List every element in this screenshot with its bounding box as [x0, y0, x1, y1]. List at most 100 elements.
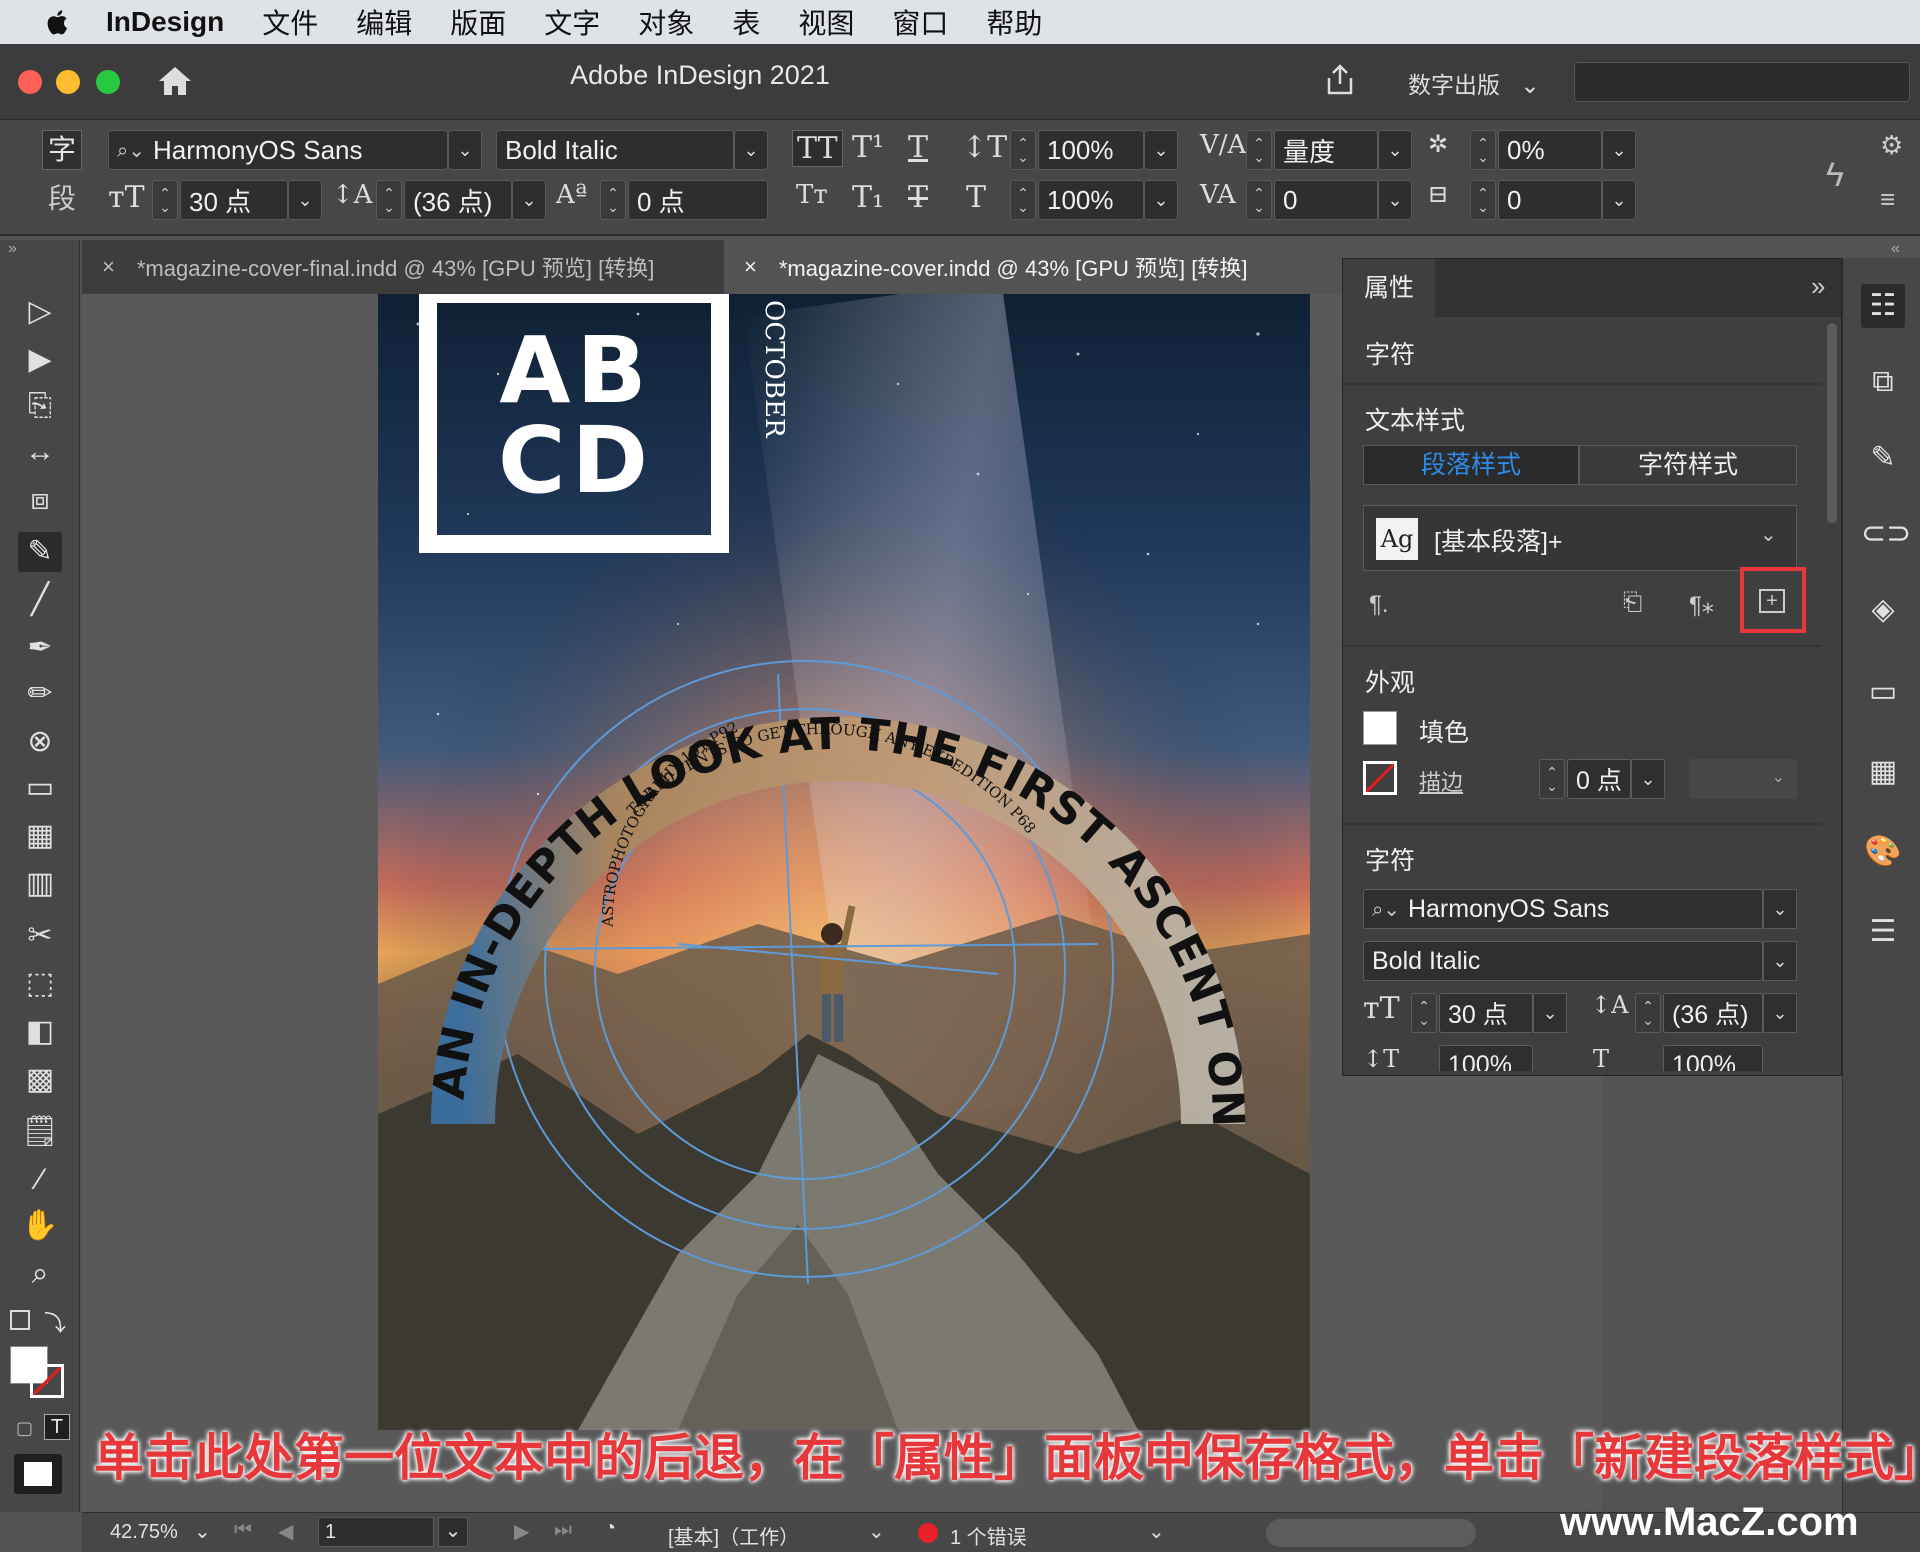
expand-dock-icon[interactable]: «	[1891, 240, 1900, 258]
swatches-panel-icon[interactable]: ▦	[1861, 750, 1905, 794]
stroke-label[interactable]: 描边	[1419, 765, 1463, 797]
eyedropper-tool-icon[interactable]: ⁄	[18, 1160, 62, 1200]
layers-panel-icon[interactable]: ◈	[1861, 588, 1905, 632]
panel-menu-icon[interactable]: ≡	[1880, 184, 1895, 215]
font-size-dropdown[interactable]: ⌄	[288, 180, 322, 220]
formatting-text-icon[interactable]: T	[44, 1414, 70, 1440]
font-size-field[interactable]: 30 点	[180, 180, 288, 220]
panel-scrollbar[interactable]	[1827, 323, 1837, 523]
leading-dropdown[interactable]: ⌄	[512, 180, 546, 220]
note-tool-icon[interactable]: 🗒	[18, 1112, 62, 1152]
screen-mode-button[interactable]	[14, 1454, 62, 1494]
menu-type[interactable]: 文字	[544, 2, 600, 42]
tsume-stepper[interactable]: ⌃ ⌄	[1470, 130, 1496, 170]
vertical-scale-field[interactable]: 100%	[1038, 130, 1144, 170]
stroke-panel-icon[interactable]: ☰	[1861, 910, 1905, 954]
preflight-status-icon[interactable]: ◔	[604, 1517, 616, 1540]
kerning-dropdown[interactable]: ⌄	[1378, 130, 1412, 170]
default-colors-icon[interactable]	[10, 1310, 30, 1330]
pages-panel-icon[interactable]: ⧉	[1861, 360, 1905, 404]
character-styles-button[interactable]: 字符样式	[1579, 445, 1797, 485]
menu-help[interactable]: 帮助	[986, 2, 1042, 42]
kerning-field[interactable]: 量度	[1274, 130, 1378, 170]
menu-layout[interactable]: 版面	[450, 2, 506, 42]
stroke-swatch[interactable]	[30, 1364, 64, 1398]
kerning-stepper[interactable]: ⌃ ⌄	[1246, 130, 1272, 170]
tab-magazine-cover-final[interactable]: × *magazine-cover-final.indd @ 43% [GPU …	[82, 240, 722, 294]
leading-dropdown[interactable]: ⌄	[1763, 993, 1797, 1033]
menu-view[interactable]: 视图	[798, 2, 854, 42]
baseline-shift-field[interactable]: 0 点	[628, 180, 768, 220]
free-transform-tool-icon[interactable]: ⬚	[18, 964, 62, 1004]
strikethrough-button[interactable]: T	[908, 180, 928, 215]
menu-app-name[interactable]: InDesign	[106, 6, 224, 38]
formatting-container-icon[interactable]: ▢	[16, 1418, 33, 1439]
share-icon[interactable]	[1322, 62, 1358, 98]
rectangle-frame-tool-icon[interactable]: ⊗	[18, 722, 62, 762]
first-page-icon[interactable]: ⏮	[234, 1519, 252, 1542]
fill-swatch[interactable]	[1363, 711, 1397, 745]
font-size-stepper[interactable]: ⌃ ⌄	[1411, 993, 1437, 1033]
font-style-field[interactable]: Bold Italic	[496, 130, 734, 170]
swap-colors-icon[interactable]: ⤵	[44, 1306, 66, 1338]
leading-stepper[interactable]: ⌃ ⌄	[376, 180, 402, 220]
tracking-field[interactable]: 0	[1274, 180, 1378, 220]
page-dropdown-icon[interactable]: ⌄	[438, 1517, 468, 1547]
sync-style-icon[interactable]: ⎗	[1623, 589, 1642, 617]
previous-page-icon[interactable]: ◀	[278, 1519, 293, 1544]
stroke-weight-field[interactable]: 0 点	[1567, 759, 1631, 799]
new-paragraph-style-button[interactable]: +	[1759, 589, 1785, 613]
pen-tool-icon[interactable]: ✒	[18, 628, 62, 668]
font-size-stepper[interactable]: ⌃ ⌄	[152, 180, 178, 220]
vertical-scale-stepper[interactable]: ⌃ ⌄	[1010, 130, 1036, 170]
next-page-icon[interactable]: ▶	[514, 1519, 529, 1544]
tsume-field[interactable]: 0%	[1498, 130, 1602, 170]
tab-properties[interactable]: 属性	[1343, 259, 1435, 317]
workspace-switcher[interactable]: 数字出版 ⌄	[1408, 66, 1540, 100]
font-size-dropdown[interactable]: ⌄	[1533, 993, 1567, 1033]
horizontal-scale-field[interactable]: 100%	[1663, 1045, 1763, 1071]
menu-file[interactable]: 文件	[262, 2, 318, 42]
scissors-tool-icon[interactable]: ✂	[18, 916, 62, 956]
character-rotation-field[interactable]: 0	[1498, 180, 1602, 220]
stroke-swatch[interactable]	[1363, 761, 1397, 795]
preflight-profile-dropdown-icon[interactable]: ⌄	[868, 1519, 885, 1544]
content-collector-icon[interactable]: ⧈	[18, 480, 62, 520]
quick-apply-icon[interactable]: ϟ	[1826, 156, 1844, 195]
preflight-profile[interactable]: [基本]（工作）	[668, 1521, 799, 1550]
horizontal-grid-tool-icon[interactable]: ▦	[18, 816, 62, 856]
font-family-dropdown[interactable]: ⌄	[448, 130, 482, 170]
font-style-dropdown[interactable]: ⌄	[1763, 941, 1797, 981]
error-count[interactable]: 1 个错误	[950, 1521, 1027, 1550]
close-icon[interactable]: ×	[744, 254, 757, 280]
vertical-scale-dropdown[interactable]: ⌄	[1144, 130, 1178, 170]
stroke-weight-stepper[interactable]: ⌃ ⌄	[1539, 759, 1565, 799]
font-size-field[interactable]: 30 点	[1439, 993, 1533, 1033]
character-rotation-stepper[interactable]: ⌃ ⌄	[1470, 180, 1496, 220]
menu-edit[interactable]: 编辑	[356, 2, 412, 42]
preflight-menu-icon[interactable]: ⌄	[1148, 1519, 1165, 1544]
gradient-panel-icon[interactable]: ▭	[1861, 670, 1905, 714]
horizontal-scale-stepper[interactable]: ⌃ ⌄	[1010, 180, 1036, 220]
small-caps-button[interactable]: Tт	[796, 180, 828, 210]
tab-magazine-cover[interactable]: × *magazine-cover.indd @ 43% [GPU 预览] [转…	[724, 240, 1340, 294]
tsume-dropdown[interactable]: ⌄	[1602, 130, 1636, 170]
vertical-scale-field[interactable]: 100%	[1439, 1045, 1533, 1071]
gradient-feather-tool-icon[interactable]: ▩	[18, 1060, 62, 1100]
subscript-button[interactable]: T₁	[852, 180, 884, 215]
font-family-field[interactable]: ⌕⌄ HarmonyOS Sans	[1363, 889, 1763, 929]
font-family-field[interactable]: ⌕⌄ HarmonyOS Sans	[108, 130, 448, 170]
page-tool-icon[interactable]: ⎘	[18, 386, 62, 426]
last-page-icon[interactable]: ⏭	[554, 1519, 572, 1542]
character-rotation-dropdown[interactable]: ⌄	[1602, 180, 1636, 220]
magazine-cover-page[interactable]: AN IN-DEPTH LOOK AT THE FIRST ASCENT ON …	[378, 294, 1310, 1430]
vertical-grid-tool-icon[interactable]: ▥	[18, 864, 62, 904]
page-number-field[interactable]: 1	[318, 1517, 434, 1547]
baseline-shift-stepper[interactable]: ⌃ ⌄	[600, 180, 626, 220]
horizontal-scrollbar[interactable]	[1266, 1519, 1476, 1547]
type-on-path-tool-icon[interactable]: ✎	[18, 532, 62, 572]
horizontal-scale-dropdown[interactable]: ⌄	[1144, 180, 1178, 220]
zoom-dropdown-icon[interactable]: ⌄	[194, 1519, 211, 1544]
font-family-dropdown[interactable]: ⌄	[1763, 889, 1797, 929]
cc-libraries-icon[interactable]: ✎	[1861, 436, 1905, 480]
